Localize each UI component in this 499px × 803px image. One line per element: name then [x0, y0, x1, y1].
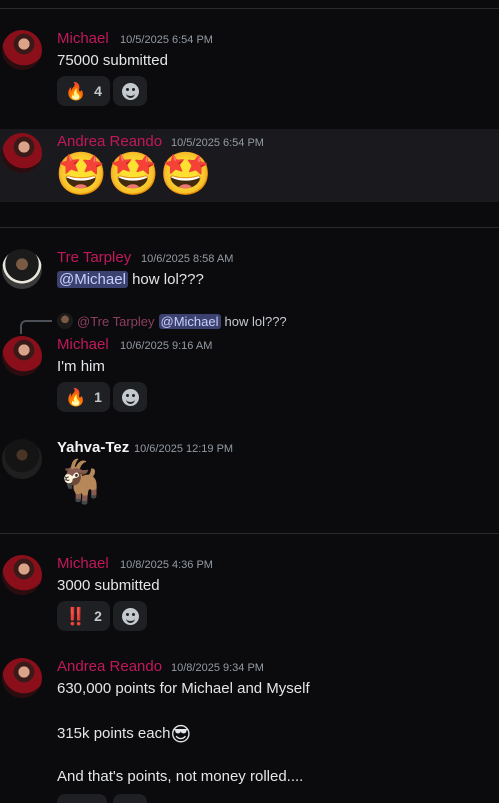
author-name[interactable]: Michael: [57, 336, 109, 353]
fire-icon: 🔥: [65, 387, 87, 407]
message-line-2-text: 315k points each: [57, 725, 171, 742]
smile-icon: [121, 82, 139, 100]
reaction-fire[interactable]: 🔥 4: [57, 76, 110, 106]
reaction-count: 2: [94, 608, 102, 624]
reply-text: how lol???: [224, 313, 287, 329]
message-text-body: how lol???: [127, 271, 204, 288]
avatar[interactable]: [2, 249, 42, 289]
reply-avatar: [57, 313, 73, 329]
divider: [0, 533, 499, 534]
author-name[interactable]: Yahva-Tez: [57, 439, 129, 456]
reply-preview[interactable]: @Tre Tarpley @Michael how lol???: [57, 312, 287, 330]
message-michael-2: Michael 10/6/2025 9:16 AM I'm him 🔥 1: [0, 334, 499, 414]
reaction-exclamation[interactable]: ‼️ 2: [57, 601, 110, 631]
timestamp: 10/5/2025 6:54 PM: [120, 34, 213, 46]
message-text: I'm him: [57, 358, 105, 375]
reaction-count: 1: [94, 389, 102, 405]
message-yahva: Yahva-Tez 10/6/2025 12:19 PM 🐐: [0, 437, 499, 517]
message-line-3: And that's points, not money rolled....: [57, 768, 304, 785]
avatar[interactable]: [2, 30, 42, 70]
avatar[interactable]: [2, 439, 42, 479]
smile-icon: [121, 388, 139, 406]
add-reaction-button[interactable]: [113, 794, 147, 803]
avatar[interactable]: [2, 658, 42, 698]
reaction-partial[interactable]: [57, 794, 107, 803]
divider: [0, 8, 499, 9]
author-name[interactable]: Andrea Reando: [57, 133, 162, 150]
message-michael-3: Michael 10/8/2025 4:36 PM 3000 submitted…: [0, 553, 499, 633]
fire-icon: 🔥: [65, 81, 87, 101]
message-michael-1: Michael 10/5/2025 6:54 PM 75000 submitte…: [0, 28, 499, 108]
avatar[interactable]: [2, 336, 42, 376]
add-reaction-button[interactable]: [113, 601, 147, 631]
timestamp: 10/8/2025 4:36 PM: [120, 559, 213, 571]
message-text: 75000 submitted: [57, 52, 168, 69]
smile-icon: [121, 607, 139, 625]
message-tre: Tre Tarpley 10/6/2025 8:58 AM @Michael h…: [0, 247, 499, 293]
goat-icon: 🐐: [55, 458, 108, 505]
message-line-2: 315k points each😎: [57, 722, 191, 747]
author-name[interactable]: Michael: [57, 30, 109, 47]
reply-mention[interactable]: @Michael: [158, 313, 221, 329]
timestamp: 10/6/2025 9:16 AM: [120, 340, 213, 352]
mention[interactable]: @Michael: [57, 271, 128, 288]
reaction-fire[interactable]: 🔥 1: [57, 382, 110, 412]
add-reaction-button[interactable]: [113, 382, 147, 412]
reply-author[interactable]: @Tre Tarpley: [77, 314, 155, 329]
double-exclamation-icon: ‼️: [65, 606, 87, 626]
sunglasses-icon: 😎: [170, 724, 192, 746]
message-text: @Michael how lol???: [57, 271, 204, 288]
avatar[interactable]: [2, 555, 42, 595]
star-struck-icon: 🤩🤩🤩: [55, 150, 212, 197]
author-name[interactable]: Andrea Reando: [57, 658, 162, 675]
message-andrea-1: Andrea Reando 10/5/2025 6:54 PM 🤩🤩🤩: [0, 129, 499, 202]
message-line-1: 630,000 points for Michael and Myself: [57, 680, 310, 697]
timestamp: 10/8/2025 9:34 PM: [171, 662, 264, 674]
message-andrea-2: Andrea Reando 10/8/2025 9:34 PM 630,000 …: [0, 656, 499, 803]
reaction-count: 4: [94, 83, 102, 99]
add-reaction-button[interactable]: [113, 76, 147, 106]
author-name[interactable]: Michael: [57, 555, 109, 572]
message-text: 3000 submitted: [57, 577, 160, 594]
divider: [0, 227, 499, 228]
timestamp: 10/6/2025 12:19 PM: [134, 443, 234, 455]
reply-connector: [20, 320, 52, 334]
timestamp: 10/5/2025 6:54 PM: [171, 137, 264, 149]
avatar[interactable]: [2, 133, 42, 173]
timestamp: 10/6/2025 8:58 AM: [141, 253, 234, 265]
author-name[interactable]: Tre Tarpley: [57, 249, 131, 266]
